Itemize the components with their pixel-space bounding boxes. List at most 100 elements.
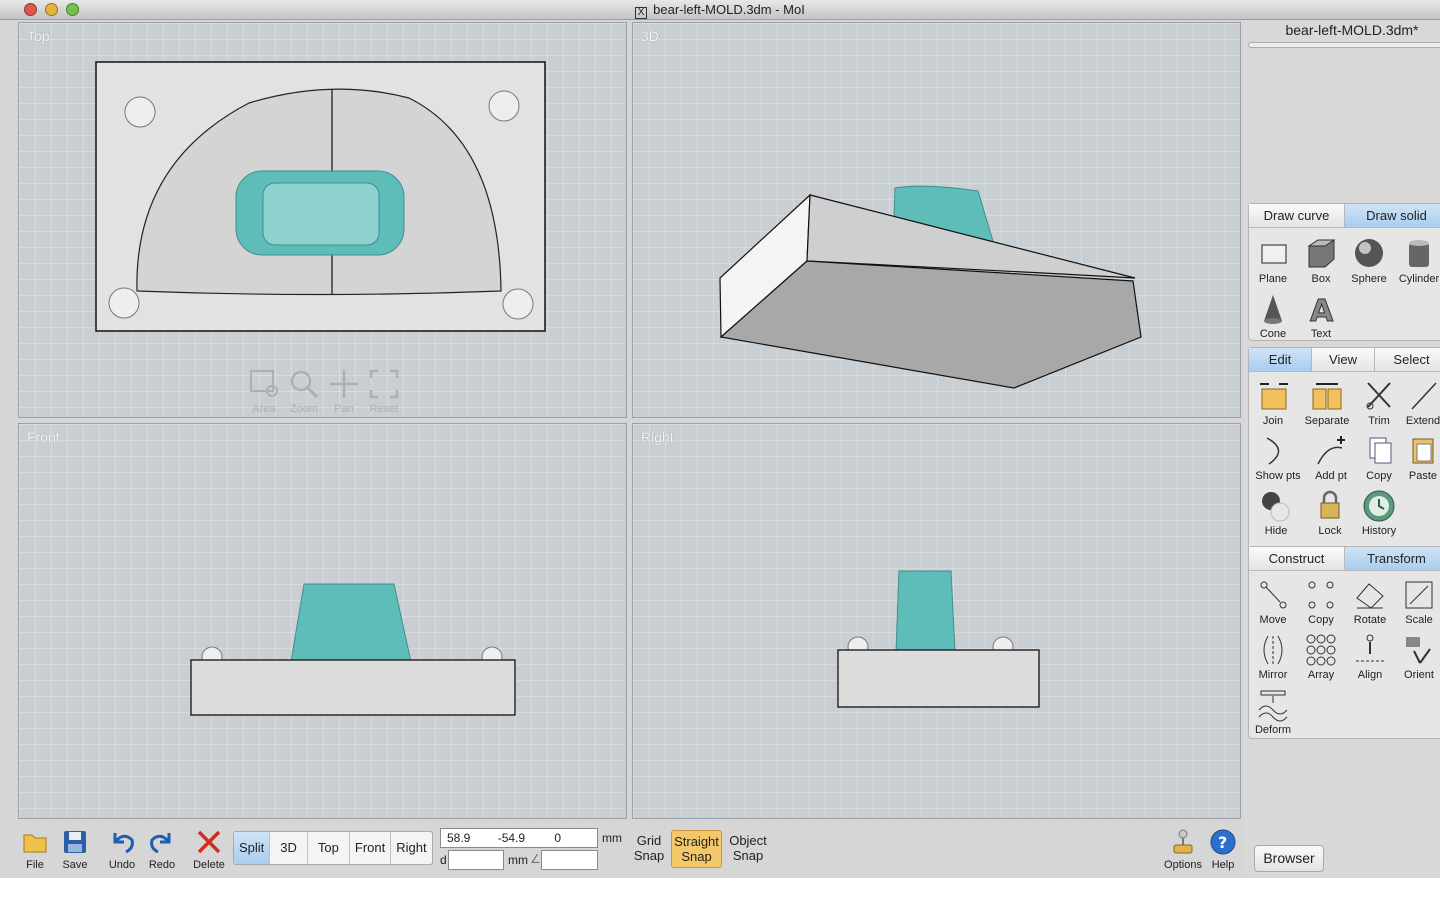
angle-symbol: ∠ bbox=[530, 852, 541, 866]
view-top-button[interactable]: Top bbox=[308, 832, 350, 864]
separate-tool[interactable]: Separate bbox=[1301, 379, 1353, 427]
zoom-tool[interactable]: Zoom bbox=[286, 368, 322, 417]
delete-x-icon bbox=[197, 830, 221, 854]
file-label: File bbox=[26, 859, 44, 871]
bottom-toolbar: File Save Undo Redo Delete Split 3D Top … bbox=[18, 822, 1240, 878]
mirror-tool[interactable]: Mirror bbox=[1247, 633, 1299, 681]
plane-tool[interactable]: Plane bbox=[1247, 237, 1299, 285]
array-tool[interactable]: Array bbox=[1295, 633, 1347, 681]
edit-tabbar: Edit View Select bbox=[1249, 348, 1440, 372]
straight-snap-line2: Snap bbox=[681, 849, 712, 864]
align-icon bbox=[1356, 634, 1384, 662]
orient-tool[interactable]: Orient bbox=[1393, 633, 1440, 681]
tab-draw-curve[interactable]: Draw curve bbox=[1249, 204, 1345, 228]
undo-button[interactable]: Undo bbox=[102, 828, 142, 871]
area-zoom-label: Area bbox=[252, 403, 276, 415]
add-point-tool[interactable]: Add pt bbox=[1305, 434, 1357, 482]
view-front-button[interactable]: Front bbox=[350, 832, 392, 864]
deform-icon bbox=[1258, 690, 1288, 722]
separate-label: Separate bbox=[1304, 415, 1350, 427]
options-label: Options bbox=[1164, 859, 1202, 871]
view-3d-button[interactable]: 3D bbox=[270, 832, 308, 864]
lock-tool[interactable]: Lock bbox=[1304, 489, 1356, 537]
orient-icon bbox=[1406, 637, 1431, 664]
add-point-icon bbox=[1317, 436, 1345, 465]
hide-tool[interactable]: Hide bbox=[1250, 489, 1302, 537]
viewport-front[interactable]: Front bbox=[18, 423, 627, 819]
tab-construct[interactable]: Construct bbox=[1249, 547, 1345, 571]
draw-panel: Draw curve Draw solid Plane Box Sphere C… bbox=[1248, 203, 1440, 341]
copy-objects-label: Copy bbox=[1308, 614, 1334, 626]
edit-panel: Edit View Select Join Separate Trim Exte… bbox=[1248, 347, 1440, 558]
viewport-3d[interactable]: 3D bbox=[632, 22, 1241, 418]
file-progress-bar bbox=[1248, 42, 1440, 48]
scale-tool[interactable]: Scale bbox=[1393, 578, 1440, 626]
redo-arrow-icon bbox=[150, 833, 171, 854]
tab-draw-solid[interactable]: Draw solid bbox=[1345, 204, 1440, 228]
straight-snap-toggle[interactable]: Straight Snap bbox=[671, 830, 722, 868]
redo-button[interactable]: Redo bbox=[142, 828, 182, 871]
cylinder-label: Cylinder bbox=[1398, 273, 1440, 285]
help-button[interactable]: ? Help bbox=[1203, 828, 1243, 871]
cylinder-tool[interactable]: Cylinder bbox=[1393, 237, 1440, 285]
orient-label: Orient bbox=[1404, 669, 1434, 681]
extend-label: Extend bbox=[1405, 415, 1440, 427]
mirror-label: Mirror bbox=[1258, 669, 1288, 681]
paste-tool[interactable]: Paste bbox=[1397, 434, 1440, 482]
file-button[interactable]: File bbox=[15, 828, 55, 871]
align-tool[interactable]: Align bbox=[1344, 633, 1396, 681]
pan-arrows-icon bbox=[330, 370, 358, 398]
reset-view-tool[interactable]: Reset bbox=[366, 368, 402, 417]
pan-tool[interactable]: Pan bbox=[326, 368, 362, 417]
cone-tool[interactable]: Cone bbox=[1247, 292, 1299, 340]
viewport-right[interactable]: Right bbox=[632, 423, 1241, 819]
magnifier-icon bbox=[290, 370, 319, 399]
delete-button[interactable]: Delete bbox=[189, 828, 229, 871]
paste-icon bbox=[1412, 438, 1434, 464]
cylinder-icon bbox=[1409, 240, 1429, 267]
box-tool[interactable]: Box bbox=[1295, 237, 1347, 285]
tab-transform[interactable]: Transform bbox=[1345, 547, 1440, 571]
floppy-disk-icon bbox=[64, 831, 86, 853]
options-button[interactable]: Options bbox=[1163, 828, 1203, 871]
trim-label: Trim bbox=[1368, 415, 1390, 427]
view-split-button[interactable]: Split bbox=[234, 832, 271, 864]
viewport-top[interactable]: Top Area Zoom Pan Reset bbox=[18, 22, 627, 418]
join-tool[interactable]: Join bbox=[1247, 379, 1299, 427]
help-question-icon: ? bbox=[1210, 829, 1236, 855]
angle-input[interactable] bbox=[541, 850, 598, 870]
copy-icon bbox=[1369, 437, 1392, 464]
object-snap-toggle[interactable]: Object Snap bbox=[726, 830, 770, 868]
tab-select[interactable]: Select bbox=[1375, 348, 1440, 372]
distance-input[interactable] bbox=[448, 850, 504, 870]
grid-snap-toggle[interactable]: Grid Snap bbox=[630, 830, 668, 868]
rotate-tool[interactable]: Rotate bbox=[1344, 578, 1396, 626]
browser-button[interactable]: Browser bbox=[1254, 845, 1324, 872]
coordinate-input[interactable]: 58.9 -54.9 0 bbox=[440, 828, 598, 848]
sphere-label: Sphere bbox=[1351, 273, 1387, 285]
move-tool[interactable]: Move bbox=[1247, 578, 1299, 626]
view-right-button[interactable]: Right bbox=[391, 832, 431, 864]
extend-tool[interactable]: Extend bbox=[1397, 379, 1440, 427]
box-icon bbox=[1307, 239, 1336, 268]
cone-label: Cone bbox=[1259, 328, 1287, 340]
svg-text:?: ? bbox=[1218, 833, 1227, 852]
show-points-tool[interactable]: Show pts bbox=[1252, 434, 1304, 482]
array-label: Array bbox=[1307, 669, 1335, 681]
rotate-icon bbox=[1356, 583, 1384, 609]
sphere-tool[interactable]: Sphere bbox=[1343, 237, 1395, 285]
save-button[interactable]: Save bbox=[55, 828, 95, 871]
grid-snap-line2: Snap bbox=[633, 848, 665, 863]
coord-y: -54.9 bbox=[497, 831, 526, 845]
history-tool[interactable]: History bbox=[1353, 489, 1405, 537]
copy-objects-tool[interactable]: Copy bbox=[1295, 578, 1347, 626]
window-title-text: bear-left-MOLD.3dm - MoI bbox=[653, 2, 805, 17]
tab-edit[interactable]: Edit bbox=[1249, 348, 1312, 372]
title-bar: Xbear-left-MOLD.3dm - MoI bbox=[0, 0, 1440, 20]
plane-icon bbox=[1261, 244, 1287, 264]
deform-tool[interactable]: Deform bbox=[1247, 688, 1299, 736]
area-zoom-tool[interactable]: Area bbox=[246, 368, 282, 417]
tab-view[interactable]: View bbox=[1312, 348, 1375, 372]
text-tool[interactable]: A Text bbox=[1295, 292, 1347, 341]
right-sidebar: bear-left-MOLD.3dm* Draw curve Draw soli… bbox=[1244, 20, 1440, 878]
